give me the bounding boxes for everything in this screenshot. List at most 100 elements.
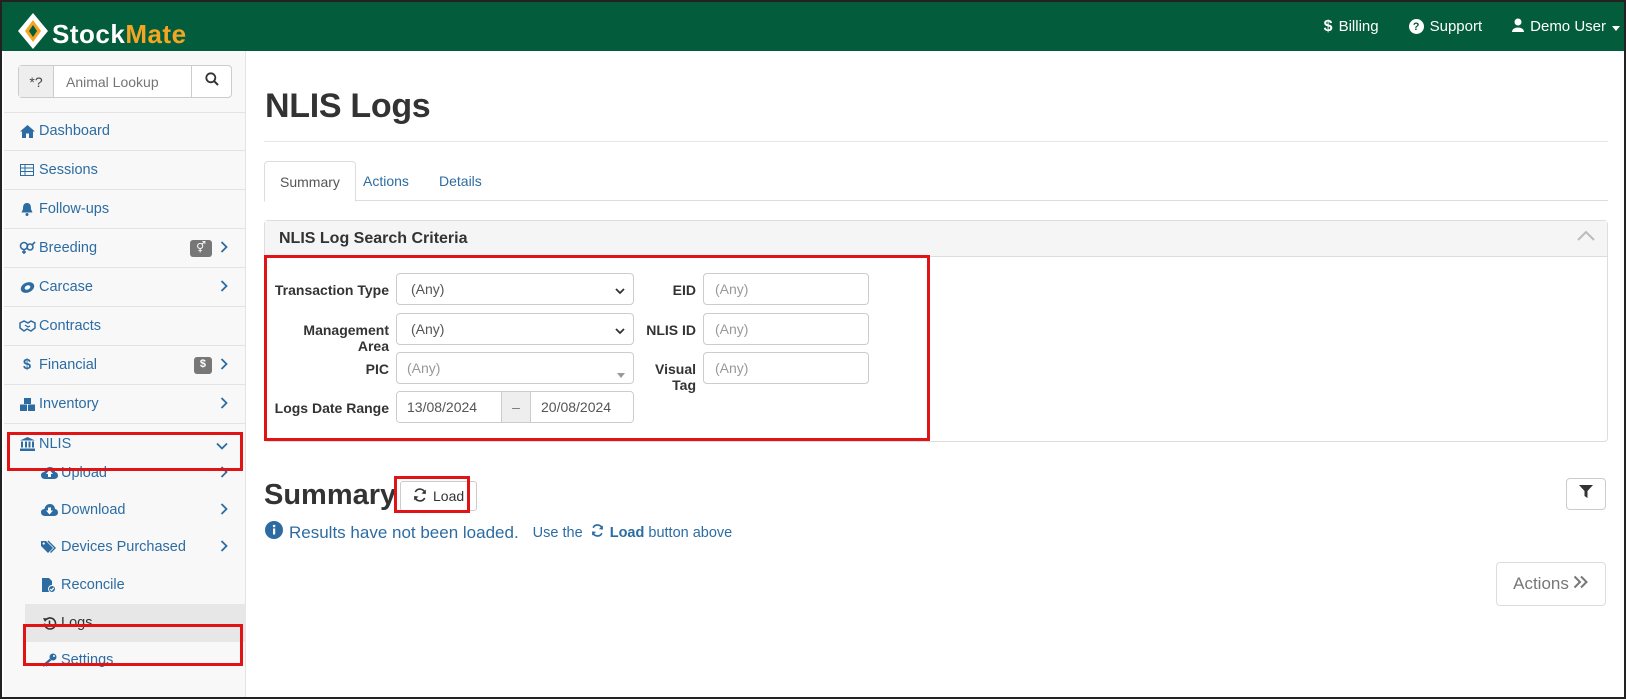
support-link[interactable]: ? Support	[1408, 18, 1483, 35]
sidebar-item-carcase[interactable]: Carcase	[4, 268, 246, 307]
transaction-type-value: (Any)	[411, 281, 445, 297]
sidebar-subitem-settings[interactable]: Settings	[4, 641, 246, 679]
chevron-right-icon	[220, 280, 228, 296]
chevron-right-icon	[220, 397, 228, 413]
top-nav-links: $ Billing ? Support Demo User	[1324, 2, 1620, 51]
sidebar-item-label: Breeding	[39, 240, 98, 256]
sidebar-item-inventory[interactable]: Inventory	[4, 385, 246, 424]
animal-lookup-input[interactable]	[54, 66, 191, 97]
title-divider	[264, 141, 1608, 142]
date-range-separator: –	[501, 392, 531, 422]
home-icon	[18, 124, 36, 138]
tab-bar: Summary Actions Details	[264, 161, 1608, 202]
chevron-right-icon	[220, 241, 228, 257]
tab-details[interactable]: Details	[424, 161, 497, 201]
chevron-right-icon	[220, 466, 228, 482]
steak-icon	[18, 281, 36, 294]
sidebar-subitem-label: Settings	[61, 652, 114, 668]
date-from-input[interactable]: 13/08/2024	[397, 392, 501, 422]
pic-select[interactable]: (Any)	[396, 352, 634, 384]
sidebar-item-contracts[interactable]: Contracts	[4, 307, 246, 346]
visual-tag-input[interactable]: (Any)	[703, 352, 869, 384]
user-name: Demo User	[1530, 18, 1606, 35]
brand-logo[interactable]: StockMate	[16, 4, 187, 50]
double-chevron-right-icon	[1573, 574, 1589, 594]
sidebar-subitem-devices-purchased[interactable]: Devices Purchased	[4, 528, 246, 566]
management-area-value: (Any)	[411, 321, 445, 337]
boxes-icon	[18, 397, 36, 411]
sidebar-subitem-logs[interactable]: Logs	[25, 604, 246, 642]
filter-icon	[1579, 485, 1593, 503]
hint-load-word: Load	[609, 525, 645, 541]
sidebar-item-follow-ups[interactable]: Follow-ups	[4, 190, 246, 229]
sidebar-item-label: Dashboard	[39, 123, 110, 139]
sidebar-item-label: Follow-ups	[39, 201, 110, 217]
refresh-icon	[413, 487, 427, 505]
lookup-search-button[interactable]	[191, 66, 231, 97]
caret-down-icon	[1612, 18, 1620, 35]
sidebar-subitem-reconcile[interactable]: Reconcile	[4, 566, 246, 604]
key-icon	[40, 653, 58, 667]
chevron-up-icon[interactable]	[1577, 229, 1595, 247]
sidebar-subitem-label: Upload	[61, 465, 107, 481]
top-navbar: StockMate $ Billing ? Support Demo User	[2, 2, 1624, 51]
cloud-download-icon	[40, 503, 58, 517]
sidebar-item-label: Contracts	[39, 318, 102, 334]
eid-input[interactable]: (Any)	[703, 273, 869, 305]
brand-name-part2: Mate	[125, 18, 187, 49]
handshake-icon	[18, 320, 36, 332]
billing-label: Billing	[1338, 18, 1379, 35]
support-label: Support	[1429, 18, 1483, 35]
actions-button-label: Actions	[1513, 574, 1569, 593]
summary-heading: Summary	[264, 479, 397, 511]
logs-date-range: 13/08/2024 – 20/08/2024	[396, 391, 634, 423]
brand-name-part1: Stock	[52, 18, 126, 49]
tab-summary[interactable]: Summary	[264, 161, 356, 202]
history-icon	[40, 616, 58, 631]
sidebar-subitem-label: Reconcile	[61, 577, 125, 593]
transaction-type-select[interactable]: (Any)	[396, 273, 634, 305]
pic-label: PIC	[365, 361, 389, 377]
panel-header[interactable]: NLIS Log Search Criteria	[265, 221, 1607, 257]
nlis-id-input[interactable]: (Any)	[703, 313, 869, 345]
tab-actions[interactable]: Actions	[348, 161, 424, 201]
sidebar-item-breeding[interactable]: Breeding ⚥	[4, 229, 246, 268]
chevron-right-icon	[220, 358, 228, 374]
load-button[interactable]: Load	[400, 481, 478, 511]
filter-button[interactable]	[1566, 478, 1606, 510]
billing-link[interactable]: $ Billing	[1324, 18, 1379, 36]
sidebar-item-sessions[interactable]: Sessions	[4, 151, 246, 190]
actions-button[interactable]: Actions	[1496, 562, 1606, 606]
brand-name: StockMate	[52, 19, 187, 50]
sidebar-subitem-download[interactable]: Download	[4, 491, 246, 529]
sidebar-subitem-upload[interactable]: Upload	[4, 454, 246, 492]
dollar-icon: $	[22, 357, 32, 373]
panel-title: NLIS Log Search Criteria	[279, 229, 468, 247]
sidebar-item-financial[interactable]: $ Financial $	[4, 346, 246, 385]
sidebar-item-label: Inventory	[39, 396, 99, 412]
app-frame: StockMate $ Billing ? Support Demo User	[0, 0, 1626, 699]
pic-value: (Any)	[407, 360, 441, 376]
results-message: Results have not been loaded.	[289, 522, 519, 542]
user-menu[interactable]: Demo User	[1512, 18, 1620, 36]
refresh-icon	[591, 524, 604, 541]
management-area-select[interactable]: (Any)	[396, 313, 634, 345]
date-to-input[interactable]: 20/08/2024	[531, 392, 633, 422]
hint-prefix: Use the	[532, 525, 583, 541]
bank-icon	[18, 436, 36, 451]
wildcard-prefix[interactable]: *?	[19, 66, 54, 97]
table-icon	[18, 164, 36, 176]
animal-lookup: *?	[18, 65, 232, 98]
logo-icon	[16, 11, 48, 49]
chevron-right-icon	[220, 540, 228, 556]
load-hint: Use the Load button above	[532, 524, 732, 541]
transaction-type-label: Transaction Type	[274, 282, 389, 298]
chevron-right-icon	[220, 503, 228, 519]
sidebar-item-dashboard[interactable]: Dashboard	[4, 112, 246, 151]
sidebar-subitem-label: Devices Purchased	[61, 539, 186, 555]
sidebar-item-label: Sessions	[39, 162, 98, 178]
cloud-upload-icon	[40, 466, 58, 480]
info-circle-icon	[265, 521, 283, 544]
results-info: Results have not been loaded. Use the Lo…	[265, 521, 732, 544]
sidebar-item-label: Carcase	[39, 279, 93, 295]
